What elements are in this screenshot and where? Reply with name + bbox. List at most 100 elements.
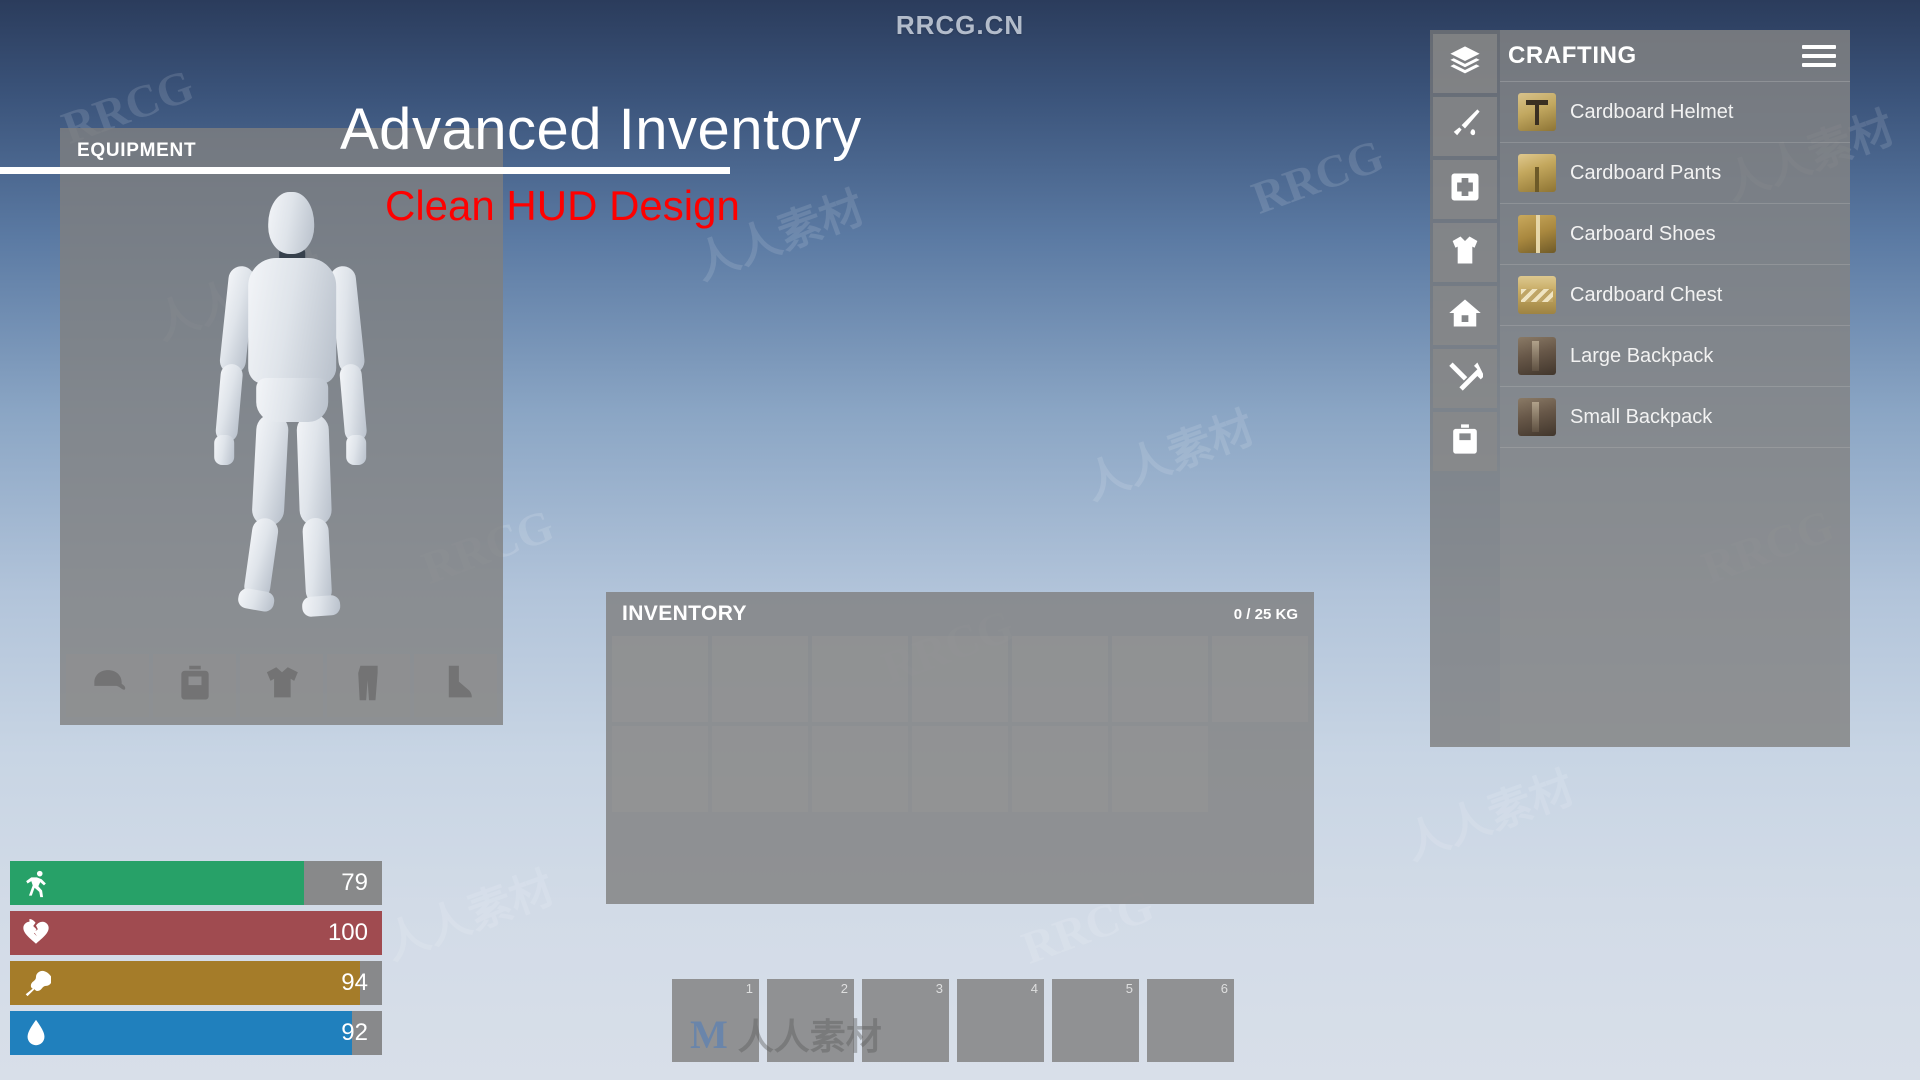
crafting-title: CRAFTING (1508, 41, 1637, 69)
crafting-recipe-row[interactable]: Cardboard Chest (1500, 265, 1850, 326)
stat-bar-fill (10, 961, 360, 1005)
title-block: Advanced Inventory Clean HUD Design (0, 97, 1070, 230)
crafting-panel: CRAFTING Cardboard Helmet Cardboard Pants… (1430, 30, 1850, 747)
boot-icon (433, 660, 479, 711)
crafting-recipe-row[interactable]: Large Backpack (1500, 326, 1850, 387)
equipment-title: EQUIPMENT (77, 140, 197, 161)
stat-value: 92 (341, 1019, 368, 1046)
inventory-slot[interactable] (812, 726, 908, 812)
inventory-panel: INVENTORY 0 / 25 KG (606, 592, 1314, 904)
water-drop-icon (10, 1018, 62, 1048)
character-preview[interactable] (60, 174, 503, 650)
shirt-icon (1447, 232, 1483, 273)
cardboard-helmet-icon (1518, 93, 1556, 131)
crafting-recipe-row[interactable]: Small Backpack (1500, 387, 1850, 448)
inventory-title: INVENTORY (622, 602, 747, 625)
stat-bar-stamina: 79 (10, 861, 382, 905)
crafting-recipe-label: Cardboard Pants (1570, 161, 1722, 184)
crafting-recipe-list: Cardboard Helmet Cardboard Pants Carboard … (1500, 82, 1850, 448)
category-clothing[interactable] (1433, 223, 1497, 282)
large-backpack-icon (1518, 337, 1556, 375)
inventory-slot[interactable] (1012, 726, 1108, 812)
medkit-cross-icon (1447, 169, 1483, 210)
hotbar-slot-number: 2 (840, 981, 848, 996)
stat-value: 94 (341, 969, 368, 996)
inventory-slot[interactable] (912, 636, 1008, 722)
equipment-slot-chest[interactable] (240, 654, 323, 717)
page-title: Advanced Inventory (340, 97, 862, 162)
inventory-slot[interactable] (1212, 636, 1308, 722)
layers-icon (1447, 43, 1483, 84)
drumstick-icon (10, 968, 62, 998)
crafting-content: CRAFTING Cardboard Helmet Cardboard Pants… (1500, 30, 1850, 747)
inventory-header: INVENTORY 0 / 25 KG (606, 592, 1314, 636)
hotbar-slot[interactable]: 3 (862, 979, 949, 1062)
equipment-slot-backpack[interactable] (153, 654, 236, 717)
inventory-slot[interactable] (712, 726, 808, 812)
stat-value: 100 (327, 919, 368, 946)
page-subtitle: Clean HUD Design (385, 181, 740, 229)
character-mannequin (176, 192, 406, 622)
inventory-slot[interactable] (912, 726, 1008, 812)
small-backpack-icon (1518, 398, 1556, 436)
equipment-slot-row (60, 650, 503, 725)
inventory-slot[interactable] (612, 636, 708, 722)
inventory-slot[interactable] (812, 636, 908, 722)
inventory-slot[interactable] (712, 636, 808, 722)
equipment-slot-feet[interactable] (414, 654, 497, 717)
hotbar-slot[interactable]: 1 (672, 979, 759, 1062)
crafting-recipe-label: Large Backpack (1570, 344, 1714, 367)
watermark-tile: 人人素材 (378, 863, 561, 970)
backpack-icon (1447, 421, 1483, 462)
watermark-tile: 人人素材 (1078, 403, 1261, 510)
stat-value: 79 (341, 869, 368, 896)
hotbar: 1 2 3 4 5 6 (672, 979, 1234, 1062)
crafting-recipe-row[interactable]: Cardboard Pants (1500, 143, 1850, 204)
cardboard-chest-icon (1518, 276, 1556, 314)
equipment-slot-legs[interactable] (327, 654, 410, 717)
watermark-tile: 人人素材 (1398, 763, 1581, 870)
house-icon (1447, 295, 1483, 336)
category-storage[interactable] (1433, 412, 1497, 471)
title-divider (0, 166, 730, 174)
cap-icon (85, 660, 131, 711)
watermark-site-name: RRCG.CN (895, 10, 1025, 40)
stat-bar-fill (10, 911, 382, 955)
broken-heart-icon (10, 918, 62, 948)
hotbar-slot-number: 3 (935, 981, 943, 996)
stat-bar-health: 100 (10, 911, 382, 955)
crafting-recipe-label: Small Backpack (1570, 405, 1713, 428)
inventory-slot[interactable] (612, 726, 708, 812)
hotbar-slot-number: 6 (1220, 981, 1228, 996)
crafting-recipe-row[interactable]: Carboard Shoes (1500, 204, 1850, 265)
player-stat-bars: 79 100 94 92 (10, 861, 382, 1055)
hotbar-slot[interactable]: 4 (957, 979, 1044, 1062)
crafting-category-rail (1430, 30, 1500, 747)
category-building[interactable] (1433, 286, 1497, 345)
category-all[interactable] (1433, 34, 1497, 93)
crafting-header: CRAFTING (1500, 30, 1850, 82)
inventory-slot[interactable] (1012, 636, 1108, 722)
watermark-tile: RRCG (1245, 129, 1391, 224)
inventory-slot[interactable] (1112, 636, 1208, 722)
crafting-recipe-label: Carboard Shoes (1570, 222, 1716, 245)
category-weapons[interactable] (1433, 97, 1497, 156)
crafting-recipe-label: Cardboard Chest (1570, 283, 1723, 306)
hamburger-menu-icon[interactable] (1802, 43, 1836, 69)
knife-icon (1447, 106, 1483, 147)
cardboard-shoes-icon (1518, 215, 1556, 253)
category-tools[interactable] (1433, 349, 1497, 408)
category-medical[interactable] (1433, 160, 1497, 219)
crafting-recipe-row[interactable]: Cardboard Helmet (1500, 82, 1850, 143)
equipment-slot-head[interactable] (66, 654, 149, 717)
stat-bar-hunger: 94 (10, 961, 382, 1005)
hotbar-slot-number: 1 (745, 981, 753, 996)
stat-bar-thirst: 92 (10, 1011, 382, 1055)
hotbar-slot[interactable]: 5 (1052, 979, 1139, 1062)
hotbar-slot-number: 4 (1030, 981, 1038, 996)
hotbar-slot[interactable]: 2 (767, 979, 854, 1062)
hotbar-slot[interactable]: 6 (1147, 979, 1234, 1062)
backpack-icon (172, 660, 218, 711)
inventory-slot[interactable] (1112, 726, 1208, 812)
tools-icon (1447, 358, 1485, 399)
